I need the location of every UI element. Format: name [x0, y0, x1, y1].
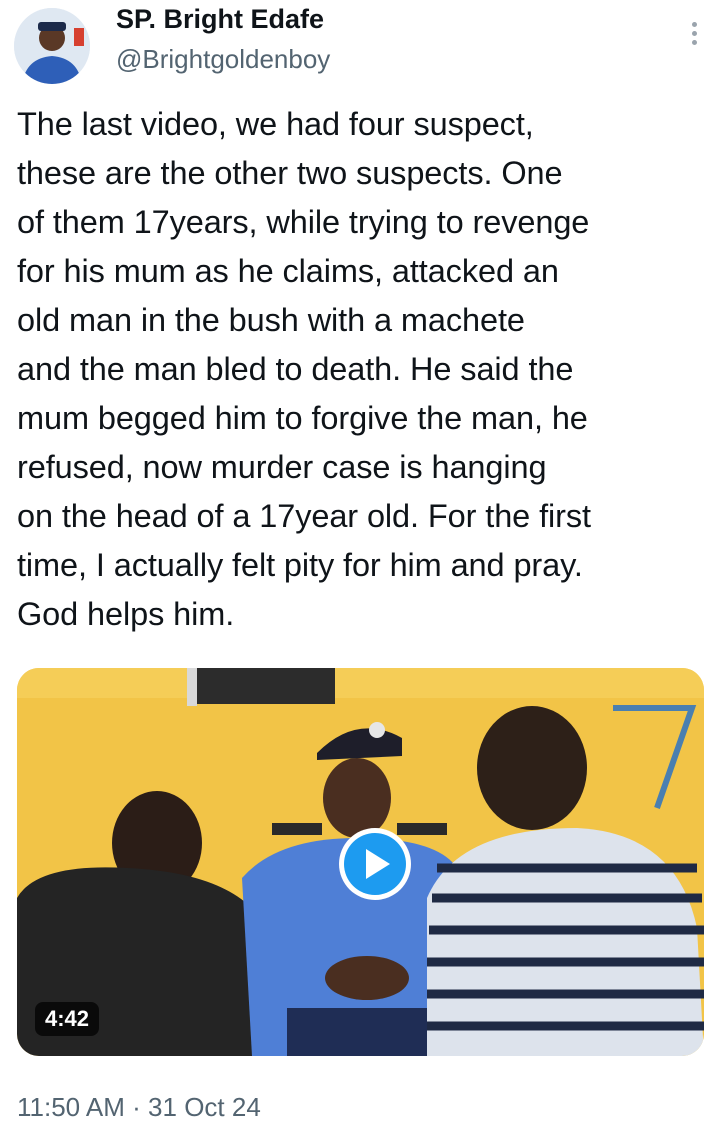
- video-player[interactable]: 4:42: [17, 668, 704, 1056]
- meta-separator: ·: [124, 1092, 149, 1122]
- avatar[interactable]: [14, 8, 90, 84]
- play-button[interactable]: [339, 828, 411, 900]
- more-options-icon[interactable]: [690, 22, 698, 48]
- tweet-date: 31 Oct 24: [148, 1092, 261, 1122]
- tweet-timestamp[interactable]: 11:50 AM · 31 Oct 24: [17, 1092, 261, 1123]
- play-icon: [344, 833, 406, 895]
- author-handle[interactable]: @Brightgoldenboy: [116, 44, 330, 75]
- video-duration-badge: 4:42: [35, 1002, 100, 1036]
- avatar-image: [14, 8, 90, 84]
- tweet-text: The last video, we had four suspect, the…: [17, 106, 591, 632]
- tweet-time: 11:50 AM: [17, 1092, 125, 1122]
- author-name[interactable]: SP. Bright Edafe: [116, 4, 324, 35]
